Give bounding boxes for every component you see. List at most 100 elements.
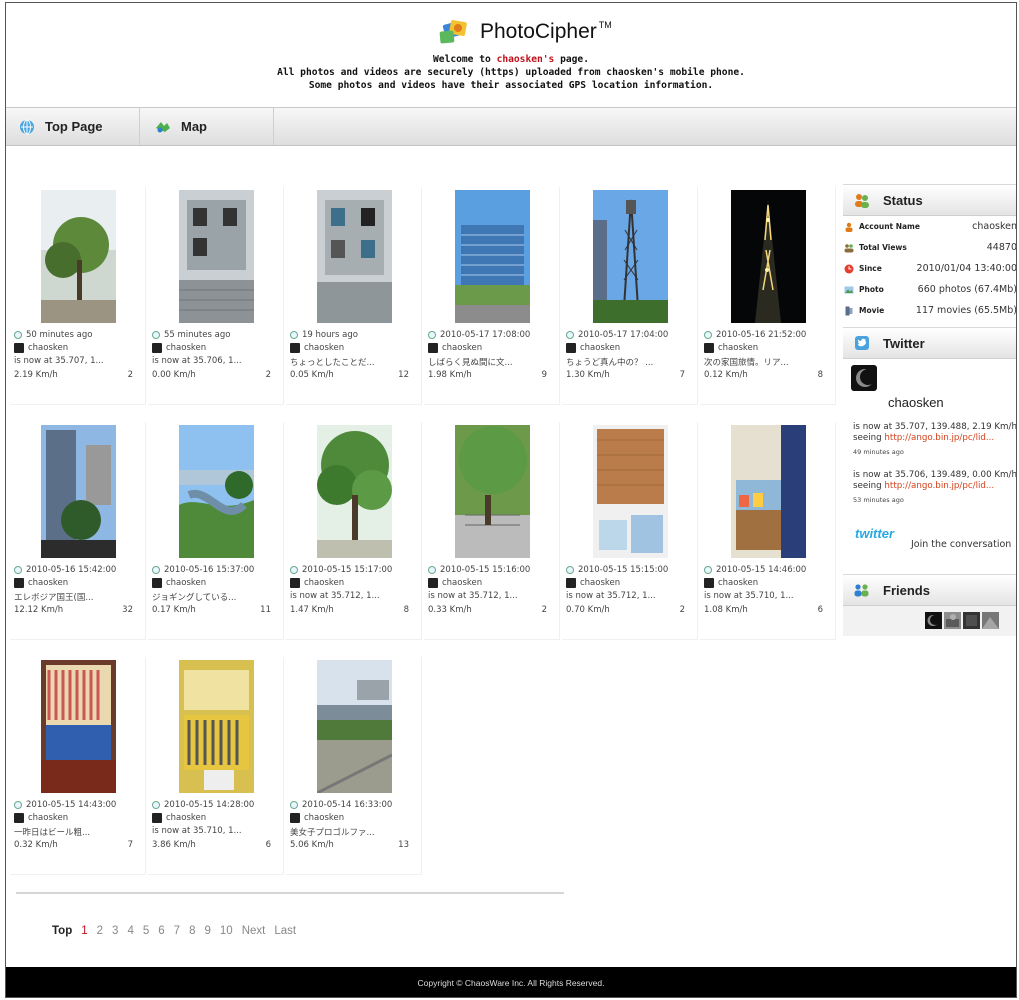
photo-speed: 1.47 Km/h (290, 605, 334, 615)
photo-thumbnail[interactable] (179, 425, 254, 558)
photo-user[interactable]: chaosken (566, 343, 620, 353)
friend-avatar[interactable] (982, 612, 999, 629)
friend-avatar[interactable] (925, 612, 942, 629)
photo-card[interactable]: 2010-05-15 14:43:00 chaosken 一昨日はビール粗... 0.… (10, 657, 146, 875)
photo-card[interactable]: 50 minutes ago chaosken is now at 35.707, … (10, 187, 146, 405)
friend-avatar[interactable] (963, 612, 980, 629)
nav-top-page[interactable]: Top Page (6, 108, 140, 145)
photo-speed: 1.98 Km/h (428, 370, 472, 380)
photo-thumbnail[interactable] (317, 425, 392, 558)
photo-speed: 3.86 Km/h (152, 840, 196, 850)
tweet-1-link[interactable]: http://ango.bin.jp/pc/lid... (884, 433, 994, 443)
pager-last[interactable]: Last (274, 925, 296, 937)
photo-user[interactable]: chaosken (152, 343, 206, 353)
pager-page-6[interactable]: 6 (158, 925, 164, 937)
photo-time: 2010-05-15 14:28:00 (152, 800, 254, 810)
photo-card[interactable]: 2010-05-17 17:04:00 chaosken ちょうど真ん中の？ ...… (562, 187, 698, 405)
clock-icon (14, 331, 22, 339)
photo-time: 19 hours ago (290, 330, 358, 340)
photo-card[interactable]: 55 minutes ago chaosken is now at 35.706, … (148, 187, 284, 405)
clock-icon (704, 566, 712, 574)
tweet-1: is now at 35.707, 139.488, 2.19 Km/h see… (853, 422, 1017, 456)
photo-card[interactable]: 2010-05-16 15:42:00 chaosken エレボジア国王(国... 1… (10, 422, 146, 640)
photo-thumbnail[interactable] (593, 425, 668, 558)
photo-thumbnail[interactable] (41, 425, 116, 558)
photo-user[interactable]: chaosken (428, 343, 482, 353)
photo-user[interactable]: chaosken (290, 813, 344, 823)
pager-page-9[interactable]: 9 (204, 925, 210, 937)
friend-avatar[interactable] (944, 612, 961, 629)
photo-card[interactable]: 2010-05-15 14:28:00 chaosken is now at 35.… (148, 657, 284, 875)
friends-header: Friends (843, 574, 1016, 606)
photo-thumbnail[interactable] (317, 190, 392, 323)
map-icon (156, 121, 170, 132)
pager-page-10[interactable]: 10 (220, 925, 233, 937)
user-avatar-icon (14, 813, 24, 823)
photo-thumbnail[interactable] (455, 190, 530, 323)
photo-card[interactable]: 2010-05-14 16:33:00 chaosken 美女子プロゴルファ... 5… (286, 657, 422, 875)
photo-caption: ちょっとしたことだ... (290, 358, 375, 368)
photo-time: 2010-05-16 15:37:00 (152, 565, 254, 575)
photo-caption: ちょうど真ん中の？ ... (566, 358, 654, 368)
photo-speed: 0.17 Km/h (152, 605, 196, 615)
photo-comment-count: 6 (817, 605, 823, 615)
photo-card[interactable]: 2010-05-16 21:52:00 chaosken 次の家国旅情。リア... 0… (700, 187, 836, 405)
photo-user[interactable]: chaosken (14, 343, 68, 353)
user-avatar-icon (290, 343, 300, 353)
photo-card[interactable]: 2010-05-15 15:15:00 chaosken is now at 35.… (562, 422, 698, 640)
nav-map[interactable]: Map (140, 108, 274, 145)
photo-speed: 2.19 Km/h (14, 370, 58, 380)
twitter-username[interactable]: chaosken (888, 395, 1016, 410)
pager-page-2[interactable]: 2 (97, 925, 103, 937)
photo-thumbnail[interactable] (41, 190, 116, 323)
tweet-2-link[interactable]: http://ango.bin.jp/pc/lid... (884, 481, 994, 491)
photo-thumbnail[interactable] (731, 425, 806, 558)
pager-page-5[interactable]: 5 (143, 925, 149, 937)
photo-comment-count: 8 (403, 605, 409, 615)
pager-top[interactable]: Top (52, 925, 72, 937)
photo-user[interactable]: chaosken (14, 813, 68, 823)
photo-user[interactable]: chaosken (152, 578, 206, 588)
twitter-join-link[interactable]: Join the conversation (911, 539, 1016, 550)
photo-caption: is now at 35.712, 1... (428, 591, 518, 601)
pager-next[interactable]: Next (242, 925, 266, 937)
photo-thumbnail[interactable] (731, 190, 806, 323)
pager-page-4[interactable]: 4 (127, 925, 133, 937)
clock-icon (844, 264, 854, 273)
pager-page-3[interactable]: 3 (112, 925, 118, 937)
photo-user[interactable]: chaosken (290, 343, 344, 353)
photo-time: 2010-05-15 15:15:00 (566, 565, 668, 575)
photo-thumbnail[interactable] (317, 660, 392, 793)
photo-card[interactable]: 2010-05-15 15:16:00 chaosken is now at 35.… (424, 422, 560, 640)
photo-card[interactable]: 2010-05-15 15:17:00 chaosken is now at 35.… (286, 422, 422, 640)
user-avatar-icon (566, 343, 576, 353)
photo-thumbnail[interactable] (41, 660, 116, 793)
user-avatar-icon (704, 578, 714, 588)
photo-user[interactable]: chaosken (290, 578, 344, 588)
page-frame: PhotoCipher TM Welcome to chaosken's page… (5, 2, 1017, 998)
photo-user[interactable]: chaosken (14, 578, 68, 588)
photo-thumbnail[interactable] (179, 190, 254, 323)
photo-card[interactable]: 2010-05-17 17:08:00 chaosken しばらく見ぬ間に文... 1… (424, 187, 560, 405)
photo-user[interactable]: chaosken (428, 578, 482, 588)
photo-user[interactable]: chaosken (704, 343, 758, 353)
pager-page-8[interactable]: 8 (189, 925, 195, 937)
clock-icon (14, 566, 22, 574)
photo-card[interactable]: 2010-05-15 14:46:00 chaosken is now at 35.… (700, 422, 836, 640)
photo-user[interactable]: chaosken (152, 813, 206, 823)
photo-thumbnail[interactable] (593, 190, 668, 323)
photo-comment-count: 6 (265, 840, 271, 850)
photo-time: 2010-05-17 17:04:00 (566, 330, 668, 340)
photo-card[interactable]: 19 hours ago chaosken ちょっとしたことだ... 0.05 Km/… (286, 187, 422, 405)
photo-card[interactable]: 2010-05-16 15:37:00 chaosken ジョギングしている... 0… (148, 422, 284, 640)
photo-thumbnail[interactable] (179, 660, 254, 793)
photo-speed: 12.12 Km/h (14, 605, 64, 615)
photo-user[interactable]: chaosken (566, 578, 620, 588)
photo-time: 2010-05-16 21:52:00 (704, 330, 806, 340)
photo-thumbnail[interactable] (455, 425, 530, 558)
user-avatar-icon (152, 343, 162, 353)
photo-user[interactable]: chaosken (704, 578, 758, 588)
logo[interactable]: PhotoCipher TM (436, 15, 612, 49)
pager-page-7[interactable]: 7 (174, 925, 180, 937)
twitter-avatar[interactable] (851, 365, 877, 391)
